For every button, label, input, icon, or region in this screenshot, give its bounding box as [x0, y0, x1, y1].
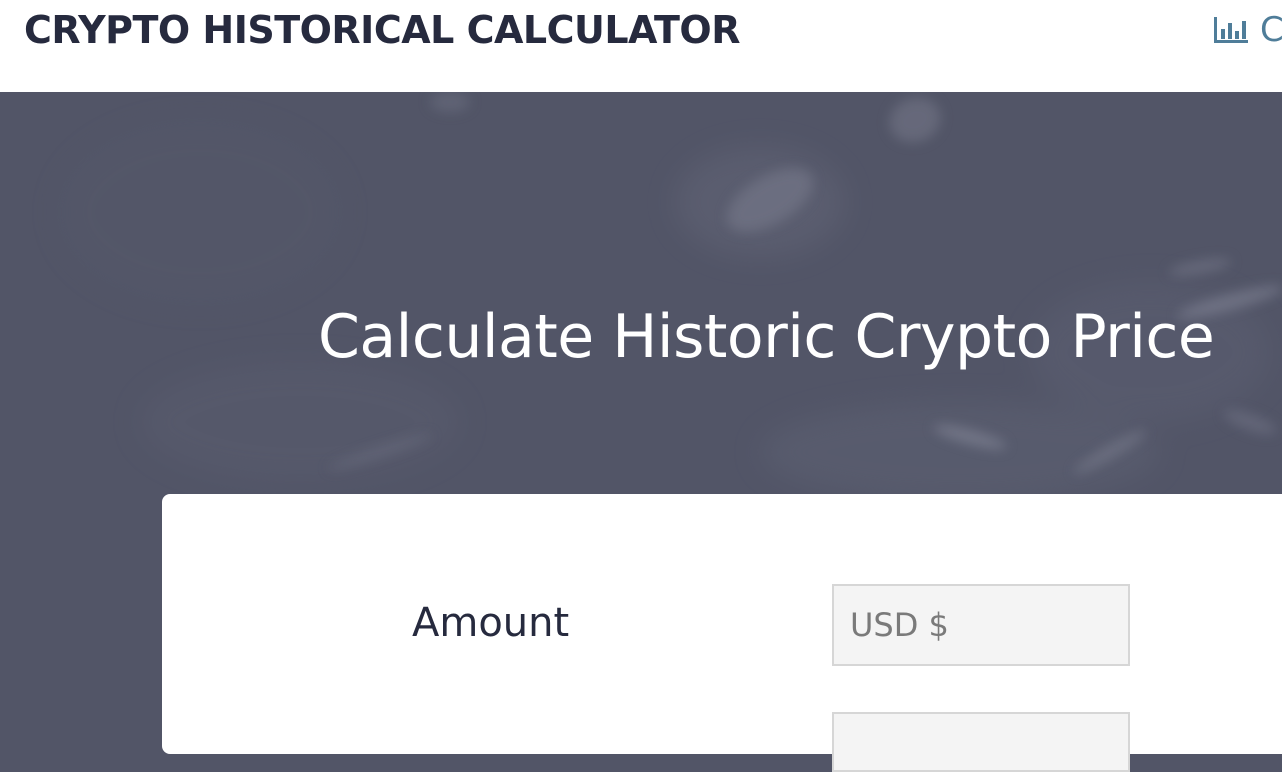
calculator-form-card: Amount [162, 494, 1282, 772]
site-header: CRYPTO HISTORICAL CALCULATOR C [0, 0, 1282, 92]
hero-title: Calculate Historic Crypto Price [318, 302, 1215, 372]
amount-input[interactable] [832, 584, 1130, 666]
bar-chart-icon [1212, 15, 1250, 45]
nav-link-charts[interactable]: C [1212, 10, 1282, 50]
amount-label: Amount [412, 600, 570, 646]
site-title: CRYPTO HISTORICAL CALCULATOR [24, 8, 740, 52]
nav-link-label: C [1260, 10, 1282, 50]
next-form-field[interactable] [832, 712, 1130, 772]
